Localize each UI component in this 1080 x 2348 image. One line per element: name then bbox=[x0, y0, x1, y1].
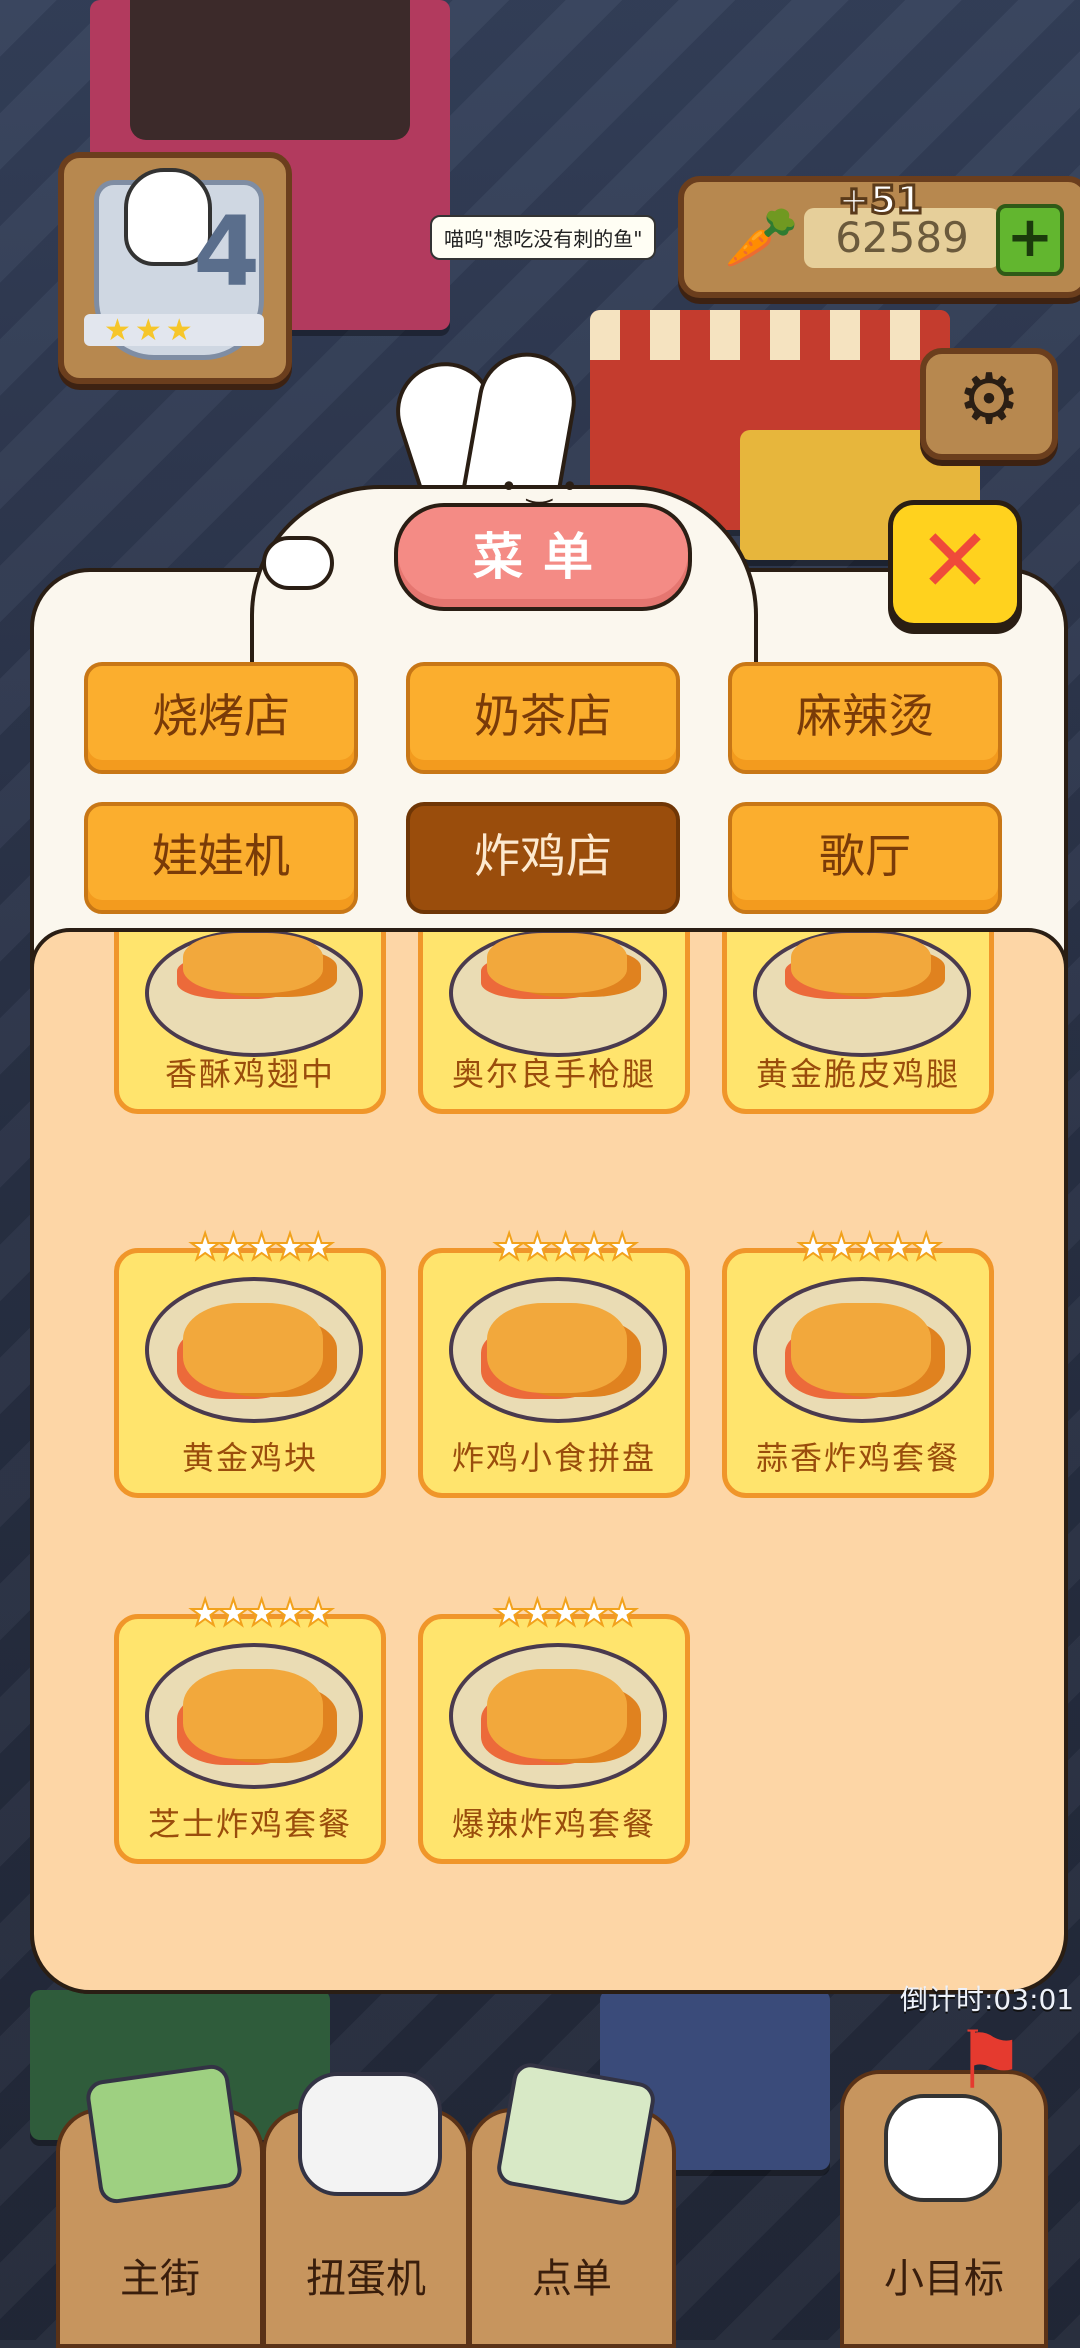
nav-goal-button[interactable]: ⚑ 小目标 bbox=[840, 2014, 1048, 2348]
menu-item[interactable]: ★★★★★ 爆辣炸鸡套餐 bbox=[418, 1592, 690, 1864]
nav-label: 扭蛋机 bbox=[306, 2256, 426, 2302]
tab-malatang[interactable]: 麻辣烫 bbox=[728, 662, 1002, 774]
tab-claw-machine[interactable]: 娃娃机 bbox=[84, 802, 358, 914]
nav-gacha-button[interactable]: 扭蛋机 bbox=[262, 2072, 470, 2348]
level-stars: ★★★ bbox=[104, 313, 197, 348]
level-number: 4 bbox=[193, 196, 260, 308]
menu-item-name: 芝士炸鸡套餐 bbox=[147, 1805, 352, 1843]
customer-speech-bubble: 喵呜"想吃没有刺的鱼" bbox=[430, 215, 657, 260]
carrot-gain-popup: +51 bbox=[837, 177, 925, 224]
chicken-leg-image bbox=[449, 932, 667, 1057]
game-controller-icon bbox=[298, 2072, 442, 2196]
rating-stars-icon: ★★★★★ bbox=[188, 1226, 335, 1269]
nav-label: 小目标 bbox=[884, 2256, 1004, 2302]
bunny-paw-icon bbox=[262, 536, 334, 590]
nav-main-street-button[interactable]: 主街 bbox=[56, 2062, 264, 2348]
countdown-timer: 倒计时:03:01 bbox=[900, 1983, 1075, 2016]
nav-order-button[interactable]: 点单 bbox=[468, 2060, 676, 2348]
menu-item-list[interactable]: 香酥鸡翅中 奥尔良手枪腿 黄金脆皮鸡腿 ★★★★★ 黄金鸡块 ★★★★★ 炸鸡小… bbox=[30, 928, 1068, 1994]
menu-item-name: 蒜香炸鸡套餐 bbox=[755, 1439, 960, 1477]
crispy-drumstick-image bbox=[753, 932, 971, 1057]
carrot-icon: 🥕 bbox=[724, 203, 799, 273]
menu-item-name: 黄金鸡块 bbox=[181, 1439, 318, 1477]
menu-item[interactable]: ★★★★★ 芝士炸鸡套餐 bbox=[114, 1592, 386, 1864]
menu-item-name: 香酥鸡翅中 bbox=[164, 1055, 335, 1093]
flag-icon: ⚑ bbox=[954, 2014, 1026, 2107]
menu-item[interactable]: ★★★★★ 蒜香炸鸡套餐 bbox=[722, 1226, 994, 1498]
rating-stars-icon: ★★★★★ bbox=[188, 1592, 335, 1635]
nav-label: 主街 bbox=[120, 2256, 200, 2302]
tab-karaoke[interactable]: 歌厅 bbox=[728, 802, 1002, 914]
fried-chicken-wings-image bbox=[145, 932, 363, 1057]
chicken-nuggets-image bbox=[145, 1277, 363, 1423]
menu-item-name: 奥尔良手枪腿 bbox=[451, 1055, 656, 1093]
menu-item[interactable]: 香酥鸡翅中 bbox=[114, 932, 386, 1114]
close-icon: ✕ bbox=[918, 509, 992, 612]
nav-label: 点单 bbox=[532, 2256, 612, 2302]
menu-item[interactable]: 黄金脆皮鸡腿 bbox=[722, 932, 994, 1114]
tab-fried-chicken-shop[interactable]: 炸鸡店 bbox=[406, 802, 680, 914]
menu-item[interactable]: 奥尔良手枪腿 bbox=[418, 932, 690, 1114]
rating-stars-icon: ★★★★★ bbox=[492, 1592, 639, 1635]
rating-stars-icon: ★★★★★ bbox=[492, 1226, 639, 1269]
menu-item-name: 黄金脆皮鸡腿 bbox=[755, 1055, 960, 1093]
gear-icon: ⚙ bbox=[957, 358, 1021, 440]
garlic-chicken-set-image bbox=[753, 1277, 971, 1423]
map-icon bbox=[84, 2062, 244, 2206]
player-level-badge[interactable]: 4 ★★★ bbox=[58, 152, 292, 384]
tab-milk-tea-shop[interactable]: 奶茶店 bbox=[406, 662, 680, 774]
tab-bbq-shop[interactable]: 烧烤店 bbox=[84, 662, 358, 774]
snack-platter-image bbox=[449, 1277, 667, 1423]
spicy-chicken-set-image bbox=[449, 1643, 667, 1789]
rating-stars-icon: ★★★★★ bbox=[796, 1226, 943, 1269]
paw-icon bbox=[884, 2094, 1002, 2202]
settings-button[interactable]: ⚙ bbox=[920, 348, 1058, 460]
menu-item-name: 炸鸡小食拼盘 bbox=[451, 1439, 656, 1477]
menu-item[interactable]: ★★★★★ 黄金鸡块 bbox=[114, 1226, 386, 1498]
close-button[interactable]: ✕ bbox=[888, 500, 1022, 628]
bunny-face-icon: • ‿ • bbox=[500, 470, 579, 505]
checklist-icon bbox=[494, 2060, 658, 2208]
add-carrot-button[interactable]: + bbox=[996, 204, 1064, 276]
menu-item[interactable]: ★★★★★ 炸鸡小食拼盘 bbox=[418, 1226, 690, 1498]
cheese-chicken-set-image bbox=[145, 1643, 363, 1789]
menu-item-name: 爆辣炸鸡套餐 bbox=[451, 1805, 656, 1843]
menu-title: 菜单 bbox=[394, 503, 692, 611]
